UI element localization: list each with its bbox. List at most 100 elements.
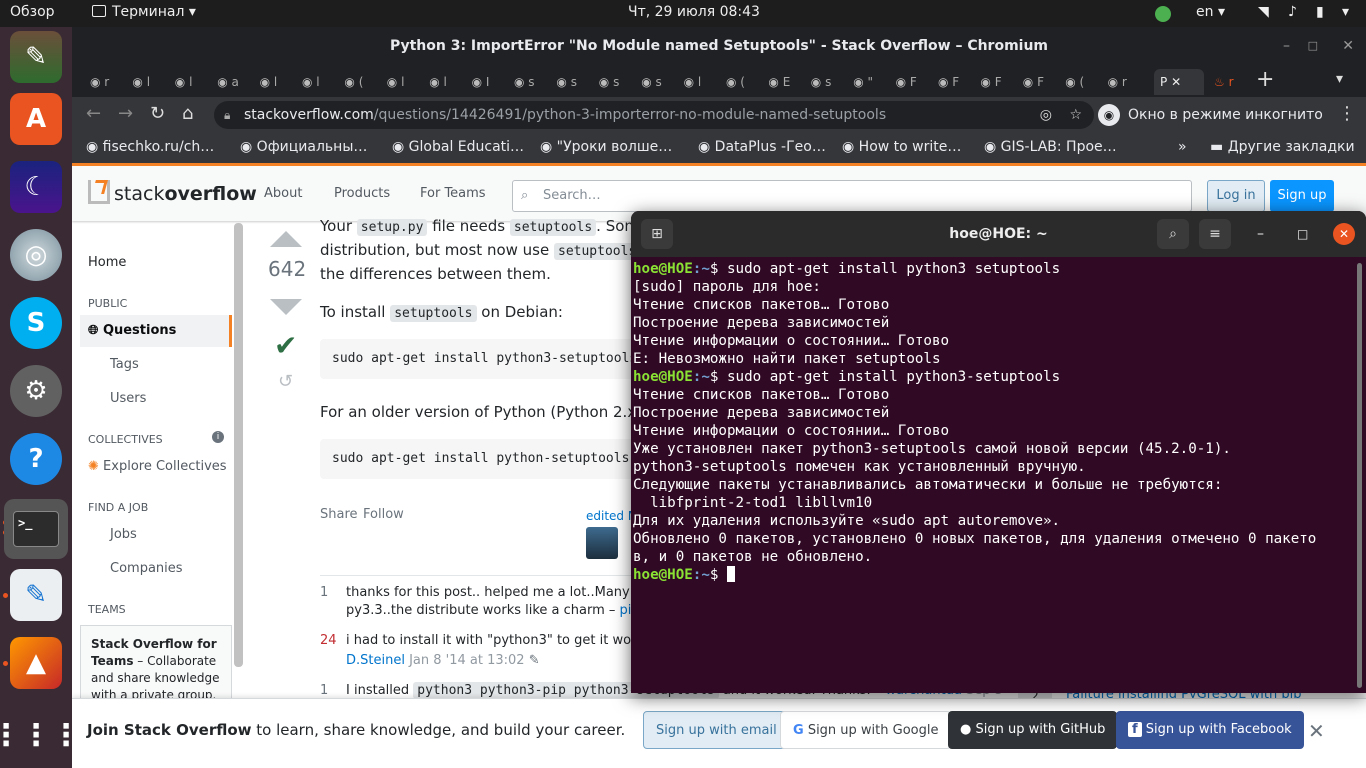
nav-about[interactable]: About [264, 186, 302, 201]
tab[interactable]: ◉ " [847, 69, 879, 95]
tab[interactable]: ◉ F [890, 69, 922, 95]
settings-gear-icon[interactable]: ⚙ [10, 365, 62, 417]
nav-products[interactable]: Products [334, 186, 390, 201]
login-button[interactable]: Log in [1207, 180, 1265, 212]
other-bookmarks[interactable]: ▬ Другие закладки [1210, 139, 1355, 155]
banner-close-icon[interactable]: ✕ [1308, 719, 1325, 743]
tab[interactable]: ◉ ( [338, 69, 370, 95]
minimize-icon[interactable]: – [1283, 27, 1290, 65]
tab[interactable]: ◉ E [762, 69, 794, 95]
address-bar[interactable]: 🔒︎ stackoverflow.com/questions/14426491/… [214, 101, 1094, 129]
signup-facebook-button[interactable]: f Sign up with Facebook [1116, 711, 1304, 749]
nav-jobs[interactable]: Jobs [110, 527, 137, 542]
bookmark-item[interactable]: ◉ DataPlus -Гео… [698, 139, 826, 155]
nav-questions[interactable]: 🌐︎ Questions [80, 315, 232, 347]
info-icon[interactable]: i [212, 431, 224, 443]
tab[interactable]: ◉ l [296, 69, 328, 95]
battery-icon[interactable]: ▮ [1316, 4, 1324, 20]
menu-dots-icon[interactable]: ⋮ [1338, 103, 1356, 124]
clock[interactable]: Чт, 29 июля 08:43 [628, 4, 760, 20]
bookmark-item[interactable]: ◉ GIS-LAB: Прое… [984, 139, 1117, 155]
tab[interactable]: ◉ r [1102, 69, 1134, 95]
tab[interactable]: ◉ s [635, 69, 667, 95]
bookmark-star-icon[interactable]: ☆ [1069, 101, 1082, 129]
tracking-protection-icon[interactable]: ◎ [1040, 101, 1052, 129]
nav-explore-collectives[interactable]: ✺ Explore Collectives [88, 459, 227, 474]
tab[interactable]: ◉ ( [1059, 69, 1091, 95]
follow-link[interactable]: Follow [363, 507, 404, 522]
tab[interactable]: ◉ s [593, 69, 625, 95]
stellarium-icon[interactable]: ☾ [10, 161, 62, 213]
history-icon[interactable]: ↺ [278, 371, 293, 392]
gimp-icon[interactable]: ✎ [10, 31, 62, 83]
input-language[interactable]: en ▾ [1196, 4, 1225, 20]
volume-icon[interactable]: ♪ [1288, 4, 1297, 20]
close-icon[interactable]: ✕ [1333, 223, 1355, 245]
search-icon[interactable]: ⌕ [1157, 219, 1189, 249]
bookmark-item[interactable]: ◉ How to write… [842, 139, 961, 155]
terminal-scrollbar[interactable] [1357, 263, 1362, 688]
forward-icon[interactable]: → [118, 103, 133, 124]
system-menu-icon[interactable]: ▾ [1342, 4, 1349, 20]
help-icon[interactable]: ? [10, 433, 62, 485]
bookmark-item[interactable]: ◉ fisechko.ru/ch… [86, 139, 214, 155]
so-logo[interactable]: stackoverflow [88, 180, 257, 205]
tab[interactable]: ◉ s [508, 69, 540, 95]
code-block[interactable]: sudo apt-get install python-setuptools [320, 439, 640, 479]
new-tab-icon[interactable]: ⊞ [641, 219, 673, 249]
tab[interactable]: ◉ l [678, 69, 710, 95]
skype-icon[interactable]: S [10, 297, 62, 349]
tab[interactable]: ♨ r [1208, 69, 1240, 95]
wifi-icon[interactable]: ◥ [1258, 4, 1269, 20]
signup-button[interactable]: Sign up [1270, 180, 1334, 212]
code-block[interactable]: sudo apt-get install python3-setuptools [320, 339, 640, 379]
tab[interactable]: ◉ r [84, 69, 116, 95]
show-applications-icon[interactable]: ⋮⋮⋮ [0, 709, 81, 761]
home-icon[interactable]: ⌂ [182, 103, 193, 124]
close-icon[interactable]: ✕ [1342, 27, 1354, 65]
reload-icon[interactable]: ↻ [150, 103, 165, 124]
tab[interactable]: ◉ F [1017, 69, 1049, 95]
downvote-icon[interactable] [270, 299, 302, 315]
nav-tags[interactable]: Tags [110, 357, 139, 372]
tab[interactable]: ◉ l [169, 69, 201, 95]
back-icon[interactable]: ← [86, 103, 101, 124]
bookmarks-overflow-icon[interactable]: » [1178, 139, 1187, 155]
nav-home[interactable]: Home [88, 255, 126, 270]
nav-users[interactable]: Users [110, 391, 146, 406]
tab[interactable]: ◉ F [932, 69, 964, 95]
comment-user-link[interactable]: D.Steinel [346, 653, 405, 668]
search-input[interactable]: ⌕ Search… [512, 180, 1192, 212]
hamburger-menu-icon[interactable]: ≡ [1199, 219, 1231, 249]
nav-for-teams[interactable]: For Teams [420, 186, 486, 201]
new-tab-icon[interactable]: + [1256, 67, 1274, 92]
tab[interactable]: ◉ ( [720, 69, 752, 95]
tab[interactable]: ◉ F [974, 69, 1006, 95]
tab-search-icon[interactable]: ▾ [1336, 71, 1343, 87]
activities-button[interactable]: Обзор [10, 4, 55, 20]
update-notifier-icon[interactable] [1155, 6, 1171, 22]
tab[interactable]: ◉ l [423, 69, 455, 95]
tab-close-icon[interactable]: ✕ [1171, 75, 1181, 89]
terminal-output[interactable]: hoe@HOE:~$ sudo apt-get install python3 … [633, 260, 1355, 690]
maximize-icon[interactable]: □ [1308, 27, 1318, 65]
signup-email-button[interactable]: Sign up with email [643, 711, 790, 749]
signup-github-button[interactable]: ● Sign up with GitHub [948, 711, 1118, 749]
tab[interactable]: ◉ l [254, 69, 286, 95]
bookmark-item[interactable]: ◉ "Уроки волше… [540, 139, 672, 155]
software-center-icon[interactable]: A [10, 93, 62, 145]
text-editor-icon[interactable]: ✎ [10, 569, 62, 621]
active-tab[interactable]: P ✕ [1154, 69, 1204, 95]
tab[interactable]: ◉ s [805, 69, 837, 95]
maximize-icon[interactable]: □ [1297, 211, 1308, 257]
upvote-icon[interactable] [270, 231, 302, 247]
tab[interactable]: ◉ I [466, 69, 498, 95]
signup-google-button[interactable]: G Sign up with Google [780, 711, 952, 749]
avatar[interactable] [586, 527, 618, 559]
nav-companies[interactable]: Companies [110, 561, 183, 576]
bookmark-item[interactable]: ◉ Официальны… [240, 139, 367, 155]
tab[interactable]: ◉ l [126, 69, 158, 95]
app-menu[interactable]: Терминал ▾ [92, 4, 196, 20]
web-browser-icon[interactable]: ◎ [10, 229, 62, 281]
tab[interactable]: ◉ l [381, 69, 413, 95]
